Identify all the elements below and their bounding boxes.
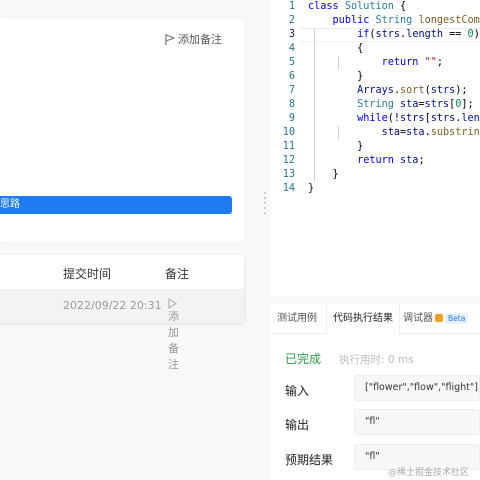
execution-time: 执行用时: 0 ms <box>339 354 414 366</box>
code-line: 13 } <box>270 168 480 182</box>
submissions-table: 提交时间 备注 2022/09/22 20:31 添加备注 <box>0 255 244 371</box>
line-number: 2 <box>288 15 295 26</box>
header-col-submit-time: 提交时间 <box>63 267 112 281</box>
line-number: 6 <box>288 71 295 82</box>
code-line: 7 Arrays.sort(strs); <box>270 84 480 98</box>
flag-icon <box>165 33 175 45</box>
share-solution-button[interactable]: 思路 <box>0 196 232 214</box>
console-tabs: 测试用例 代码执行结果 调试器 Beta <box>270 304 480 334</box>
code-line: 11 } <box>270 140 480 154</box>
tab-debugger[interactable]: 调试器 Beta <box>403 304 469 334</box>
line-number: 12 <box>282 155 295 166</box>
add-note-label: 添加备注 <box>178 33 222 46</box>
line-number: 10 <box>282 127 295 138</box>
line-number: 8 <box>288 99 295 110</box>
table-header: 提交时间 备注 <box>0 255 244 289</box>
line-number: 1 <box>288 1 295 12</box>
input-value: ["flower","flow","flight"] <box>354 375 480 401</box>
output-value: "fl" <box>354 409 480 435</box>
line-number: 13 <box>282 169 295 180</box>
run-status: 已完成 <box>285 352 322 366</box>
beta-badge: Beta <box>445 313 469 324</box>
header-col-note: 备注 <box>165 267 190 281</box>
submit-time-cell: 2022/09/22 20:31 <box>63 299 162 312</box>
add-note-button-top[interactable]: 添加备注 <box>165 31 222 47</box>
expected-label: 预期结果 <box>285 453 334 467</box>
code-line: 12 return sta; <box>270 154 480 168</box>
add-note-row-label: 添加备注 <box>168 310 179 371</box>
output-label: 输出 <box>285 418 310 432</box>
table-row[interactable]: 2022/09/22 20:31 添加备注 <box>0 289 244 371</box>
input-label: 输入 <box>285 384 310 398</box>
tab-debugger-label: 调试器 <box>403 313 433 324</box>
code-line: 10 sta=sta.substring(0,sta.length()-1); <box>270 126 480 140</box>
code-line-current: 3 if(strs.length == 0) <box>270 28 480 42</box>
share-solution-label: 思路 <box>0 199 20 210</box>
tab-test-cases[interactable]: 测试用例 <box>277 304 317 334</box>
code-line: 5 return ""; <box>270 56 480 70</box>
line-number: 5 <box>288 57 295 68</box>
code-line: 2 public String longestCommonPrefix(Stri… <box>270 14 480 28</box>
code-editor[interactable]: 1 class Solution { 2 public String longes… <box>270 0 480 296</box>
resizer-handle-icon[interactable] <box>264 192 266 214</box>
solution-card: 添加备注 思路 <box>0 18 244 242</box>
line-number: 14 <box>282 183 295 194</box>
watermark: @稀土掘金技术社区 <box>388 468 470 478</box>
code-line: 1 class Solution { <box>270 0 480 14</box>
tab-execution-result[interactable]: 代码执行结果 <box>326 304 400 334</box>
panel-resizer[interactable] <box>262 0 270 480</box>
code-line: 14} <box>270 182 480 196</box>
code-line: 6 } <box>270 70 480 84</box>
lock-icon <box>435 314 443 322</box>
line-number: 3 <box>288 29 295 40</box>
console-panel: 测试用例 代码执行结果 调试器 Beta 已完成 执行用时: 0 ms 输入 ["… <box>270 304 480 480</box>
code-line: 8 String sta=strs[0]; <box>270 98 480 112</box>
line-number: 7 <box>288 85 295 96</box>
code-line: 9 while(!strs[strs.length-1].startsWith(… <box>270 112 480 126</box>
line-number: 9 <box>288 113 295 124</box>
add-note-button-row[interactable]: 添加备注 <box>168 298 179 371</box>
line-number: 11 <box>282 141 295 152</box>
line-number: 4 <box>288 43 295 54</box>
left-panel: 添加备注 思路 提交时间 备注 2022/09/22 20:31 添加备注 <box>0 0 262 480</box>
code-line: 4 { <box>270 42 480 56</box>
